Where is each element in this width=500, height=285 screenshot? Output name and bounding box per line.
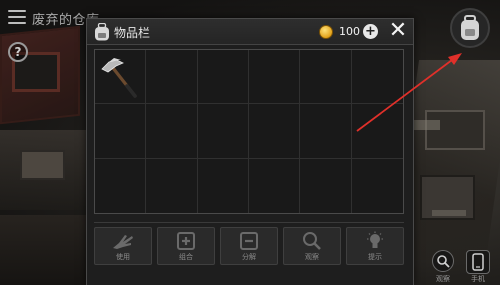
split-button[interactable]: 分解 <box>220 227 278 265</box>
close-button[interactable]: ✕ <box>387 20 409 42</box>
inventory-slot[interactable] <box>351 50 403 105</box>
lightbulb-icon <box>367 231 383 248</box>
inventory-panel: 物品栏 100 + ✕ 使用 组合 分解 观察 提示 <box>86 18 414 285</box>
zoom-button[interactable] <box>432 250 454 272</box>
scene-highlight <box>432 210 466 216</box>
inventory-slot[interactable] <box>95 50 147 105</box>
observe-button[interactable]: 观察 <box>283 227 341 265</box>
inventory-slot[interactable] <box>249 158 301 213</box>
phone-button[interactable] <box>466 250 490 274</box>
scene-highlight <box>410 120 440 130</box>
inventory-slot[interactable] <box>351 104 403 159</box>
use-label: 使用 <box>116 253 130 261</box>
inventory-header: 物品栏 100 + ✕ <box>87 19 413 45</box>
scene-box <box>20 150 65 180</box>
scene-panel <box>425 110 485 150</box>
inventory-slot[interactable] <box>146 104 198 159</box>
split-label: 分解 <box>242 253 256 261</box>
zoom-label: 观察 <box>436 275 450 283</box>
use-hand-icon <box>113 235 133 249</box>
split-icon <box>240 232 258 250</box>
inventory-slot[interactable] <box>248 104 301 159</box>
hint-label: 提示 <box>368 253 382 261</box>
combine-button[interactable]: 组合 <box>157 227 215 265</box>
combine-label: 组合 <box>179 253 193 261</box>
hint-button[interactable]: 提示 <box>346 227 404 265</box>
phone-label: 手机 <box>471 275 485 283</box>
inventory-slot[interactable] <box>248 50 301 105</box>
menu-icon[interactable] <box>8 10 26 24</box>
inventory-action-bar: 使用 组合 分解 观察 提示 <box>94 222 404 265</box>
coin-count: 100 <box>339 25 360 38</box>
backpack-icon <box>461 15 479 40</box>
use-button[interactable]: 使用 <box>94 227 152 265</box>
backpack-button[interactable] <box>450 8 490 48</box>
inventory-slot[interactable] <box>352 159 403 213</box>
magnifier-icon <box>303 232 321 250</box>
hammer-icon <box>101 58 137 98</box>
inventory-grid <box>94 49 404 214</box>
inventory-slot[interactable] <box>146 50 198 105</box>
inventory-slot[interactable] <box>300 104 352 159</box>
observe-label: 观察 <box>305 253 319 261</box>
inventory-slot[interactable] <box>300 50 352 105</box>
coin-icon <box>319 25 333 39</box>
help-button[interactable]: ? <box>8 42 28 62</box>
inventory-slot[interactable] <box>95 158 147 213</box>
inventory-slot[interactable] <box>198 158 249 213</box>
inventory-slot[interactable] <box>146 158 198 213</box>
magnifier-icon <box>437 255 450 268</box>
inventory-slot[interactable] <box>300 158 352 213</box>
inventory-slot[interactable] <box>95 104 147 159</box>
add-coin-button[interactable]: + <box>363 24 378 39</box>
inventory-title: 物品栏 <box>114 26 151 40</box>
inventory-slot[interactable] <box>197 104 249 159</box>
inventory-slot[interactable] <box>197 50 249 105</box>
phone-icon <box>472 253 484 271</box>
combine-icon <box>177 232 195 250</box>
backpack-icon <box>95 23 109 41</box>
